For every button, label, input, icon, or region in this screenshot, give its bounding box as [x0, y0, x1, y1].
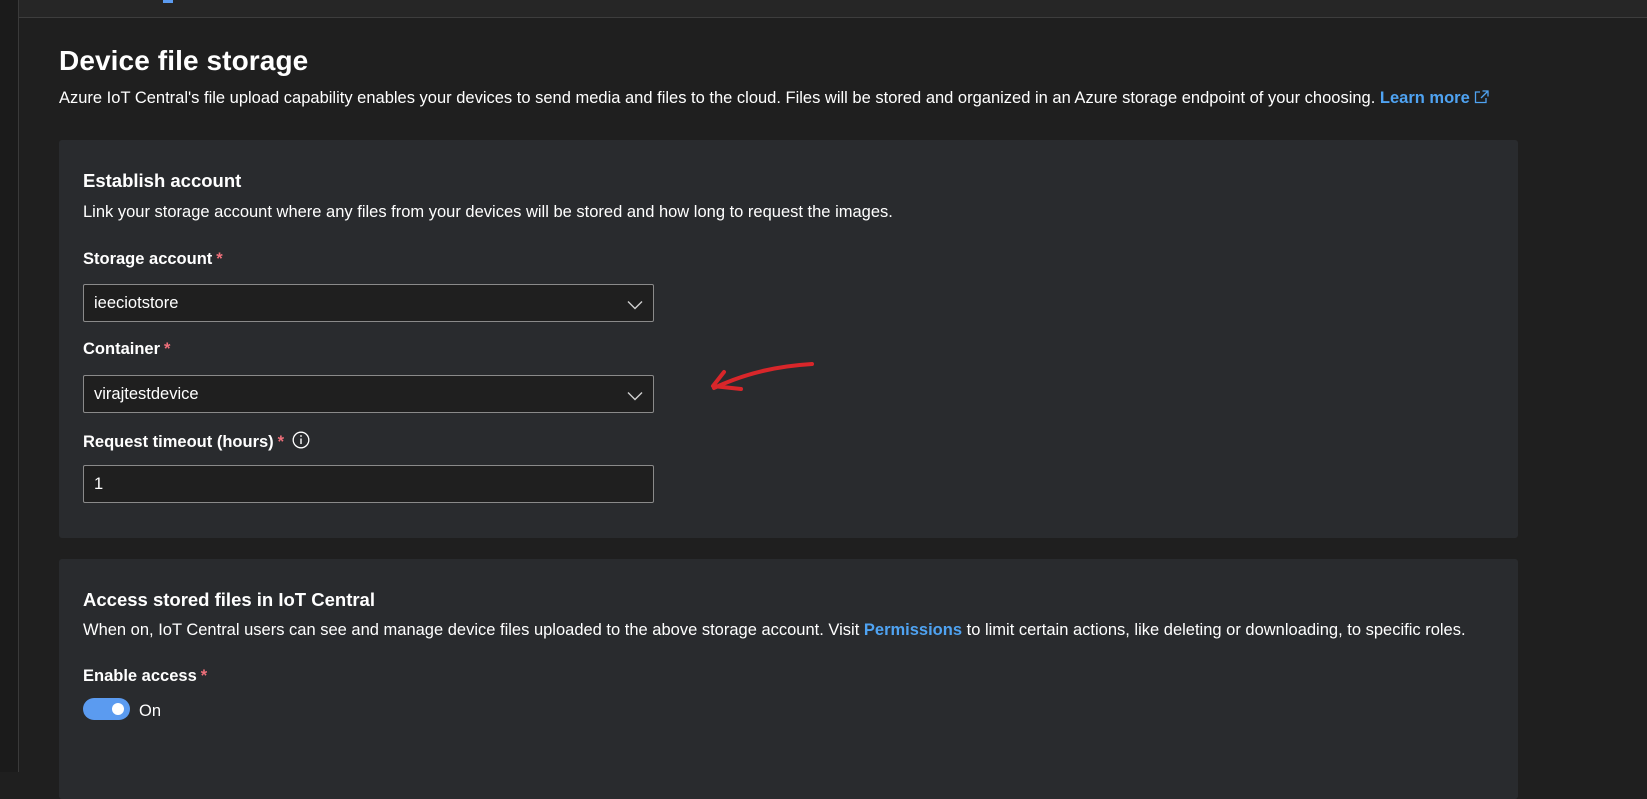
establish-account-description: Link your storage account where any file…	[83, 203, 893, 221]
establish-account-card: Establish account Link your storage acco…	[59, 140, 1518, 538]
required-mark: *	[277, 433, 285, 451]
permissions-link[interactable]: Permissions	[864, 621, 962, 639]
page-title: Device file storage	[59, 45, 309, 76]
chevron-down-icon	[627, 388, 643, 406]
storage-account-label: Storage account *	[83, 250, 223, 269]
container-label-text: Container	[83, 340, 161, 358]
storage-account-dropdown[interactable]: ieeciotstore	[83, 284, 654, 322]
enable-access-label: Enable access *	[83, 667, 207, 686]
learn-more-label: Learn more	[1379, 89, 1470, 107]
request-timeout-input[interactable]: 1	[83, 465, 654, 503]
external-link-icon	[1474, 90, 1489, 109]
container-label: Container *	[83, 340, 170, 359]
main-content: Device file storage Azure IoT Central's …	[19, 18, 1647, 799]
access-files-description-prefix: When on, IoT Central users can see and m…	[83, 621, 860, 639]
request-timeout-label-text: Request timeout (hours)	[83, 433, 274, 451]
container-value: virajtestdevice	[94, 385, 199, 403]
enable-access-state: On	[139, 702, 162, 720]
request-timeout-label: Request timeout (hours) *	[83, 431, 310, 454]
container-dropdown[interactable]: virajtestdevice	[83, 375, 654, 413]
storage-account-value: ieeciotstore	[94, 294, 179, 312]
storage-account-label-text: Storage account	[83, 250, 213, 268]
access-files-card: Access stored files in IoT Central When …	[59, 559, 1518, 799]
access-files-title: Access stored files in IoT Central	[83, 589, 375, 610]
info-icon[interactable]	[292, 431, 310, 454]
learn-more-link[interactable]: Learn more	[1380, 89, 1489, 107]
request-timeout-value: 1	[94, 475, 104, 493]
left-nav-rail	[0, 0, 19, 772]
toggle-knob	[112, 703, 124, 715]
establish-account-title: Establish account	[83, 170, 242, 191]
required-mark: *	[200, 667, 208, 685]
page-description: Azure IoT Central's file upload capabili…	[59, 89, 1489, 109]
page-description-text: Azure IoT Central's file upload capabili…	[59, 89, 1376, 107]
required-mark: *	[164, 340, 171, 358]
enable-access-label-text: Enable access	[83, 667, 197, 685]
required-mark: *	[216, 250, 223, 268]
top-bar-indicator	[163, 0, 173, 3]
chevron-down-icon	[627, 297, 643, 315]
access-files-description-suffix: to limit certain actions, like deleting …	[966, 621, 1466, 639]
enable-access-toggle[interactable]	[83, 698, 130, 720]
top-bar	[19, 0, 1647, 18]
access-files-description: When on, IoT Central users can see and m…	[83, 621, 1466, 640]
